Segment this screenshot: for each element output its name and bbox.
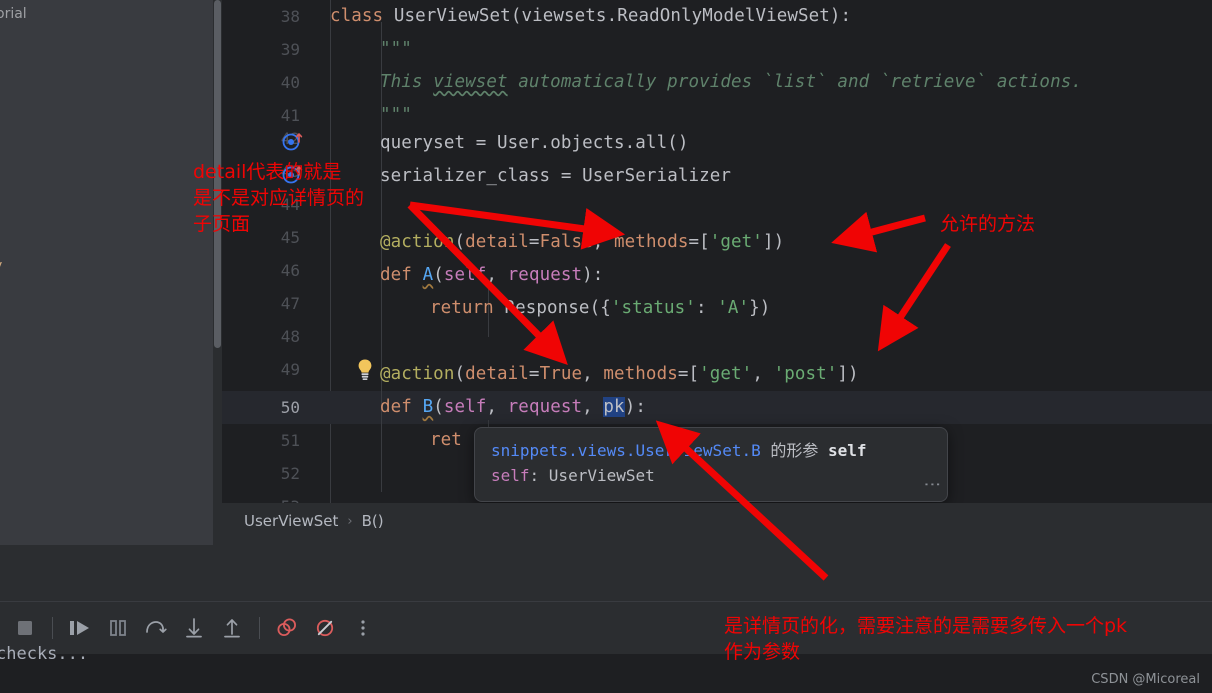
gutter-row: 47: [222, 287, 330, 320]
more-options-button[interactable]: [346, 611, 380, 645]
popup-qualified-name: snippets.views.UserViewSet.B: [491, 441, 761, 460]
gutter-row: 39: [222, 33, 330, 66]
more-vertical-icon: [361, 620, 365, 636]
step-into-icon: [186, 618, 202, 638]
popup-signature-line: snippets.views.UserViewSet.B 的形参 self: [491, 437, 931, 461]
popup-colon: :: [529, 466, 549, 485]
annotation-allowed-methods: 允许的方法: [940, 211, 1035, 237]
line-number: 52: [280, 464, 300, 483]
popup-type-line: self: UserViewSet: [491, 466, 931, 485]
popup-self-name: self: [491, 466, 530, 485]
line-number: 42: [280, 129, 300, 148]
console-text: checks...: [0, 644, 89, 664]
chevron-right-icon: ›: [347, 513, 353, 529]
line-number: 51: [280, 431, 300, 450]
breadcrumb-item-method[interactable]: B(): [362, 512, 384, 530]
annotation-line: 是不是对应详情页的: [193, 187, 365, 209]
gutter-row-current: 50: [222, 391, 330, 424]
code-line-38[interactable]: class UserViewSet(viewsets.ReadOnlyModel…: [330, 0, 851, 33]
resume-icon: [70, 621, 89, 635]
code-line-40[interactable]: This viewset automatically provides `lis…: [380, 66, 1082, 99]
stop-icon: [18, 621, 32, 635]
toolbar-separator: [52, 617, 53, 639]
step-over-button[interactable]: [139, 611, 173, 645]
annotation-line: detail代表的就是: [193, 161, 342, 183]
line-number: 48: [280, 327, 300, 346]
resume-button[interactable]: [63, 611, 97, 645]
step-into-button[interactable]: [177, 611, 211, 645]
code-line-51[interactable]: ret: [430, 424, 462, 457]
mute-breakpoints-icon: [316, 619, 334, 637]
line-number: 46: [280, 261, 300, 280]
gutter-row: 46: [222, 254, 330, 287]
line-number: 39: [280, 40, 300, 59]
gutter-row: 40: [222, 66, 330, 99]
line-number: 50: [280, 398, 300, 417]
annotation-detail-page-pk: 是详情页的化，需要注意的是需要多传入一个pk 作为参数: [724, 613, 1127, 665]
left-panel-item-fragment[interactable]: y: [0, 258, 2, 274]
gutter-row: 49: [222, 353, 330, 386]
code-line-46[interactable]: def A(self, request):: [380, 259, 603, 292]
view-breakpoints-button[interactable]: [270, 611, 304, 645]
left-panel-title-fragment: orial: [0, 6, 27, 22]
step-out-icon: [224, 619, 240, 638]
step-out-button[interactable]: [215, 611, 249, 645]
line-number: 40: [280, 73, 300, 92]
breakpoints-icon: [277, 618, 296, 636]
gutter-row: 51: [222, 424, 330, 457]
code-line-49[interactable]: @action(detail=True, methods=['get', 'po…: [380, 358, 859, 391]
screenshot-root: orial y 38 39 40 41 42 43 44 45 46 47 48…: [0, 0, 1212, 693]
line-number: 38: [280, 7, 300, 26]
override-method-icon[interactable]: [282, 130, 304, 152]
breadcrumb[interactable]: UserViewSet › B(): [222, 503, 1212, 539]
pause-icon: [110, 620, 126, 636]
gutter-row: 52: [222, 457, 330, 490]
annotation-line: 子页面: [193, 213, 251, 235]
code-line-39[interactable]: """: [380, 33, 412, 66]
gutter-row: 38: [222, 0, 330, 33]
gutter-row: 48: [222, 320, 330, 353]
step-over-icon: [146, 621, 167, 633]
pause-button[interactable]: [101, 611, 135, 645]
code-line-47[interactable]: return Response({'status': 'A'}): [430, 292, 770, 325]
popup-more-icon[interactable]: ⋮: [922, 476, 942, 493]
code-line-50[interactable]: def B(self, request, pk):: [380, 391, 646, 424]
code-line-43[interactable]: serializer_class = UserSerializer: [380, 160, 731, 193]
code-line-45[interactable]: @action(detail=False, methods=['get']): [380, 226, 784, 259]
stop-button[interactable]: [8, 611, 42, 645]
line-number: 49: [280, 360, 300, 379]
editor-gutter[interactable]: 38 39 40 41 42 43 44 45 46 47 48 49 50 5…: [222, 0, 372, 516]
code-line-42[interactable]: queryset = User.objects.all(): [380, 127, 689, 160]
toolbar-separator: [259, 617, 260, 639]
breadcrumb-item-class[interactable]: UserViewSet: [244, 512, 338, 530]
watermark: CSDN @Micoreal: [1091, 672, 1200, 687]
popup-self-type: UserViewSet: [548, 466, 655, 485]
annotation-detail-meaning: detail代表的就是是不是对应详情页的 子页面: [193, 159, 364, 237]
mute-breakpoints-button[interactable]: [308, 611, 342, 645]
selected-identifier[interactable]: pk: [603, 397, 625, 417]
annotation-line: 是详情页的化，需要注意的是需要多传入一个pk: [724, 615, 1128, 637]
line-number: 47: [280, 294, 300, 313]
popup-param-name: self: [828, 441, 867, 460]
annotation-line: 允许的方法: [940, 213, 1036, 235]
tool-window-blank-area: [0, 545, 1212, 602]
annotation-line: 作为参数: [724, 641, 801, 663]
popup-label-text: 的形参: [760, 441, 828, 460]
parameter-info-popup[interactable]: snippets.views.UserViewSet.B 的形参 self se…: [474, 427, 948, 502]
left-tool-window[interactable]: orial y: [0, 0, 213, 545]
gutter-row: 42: [222, 122, 330, 155]
